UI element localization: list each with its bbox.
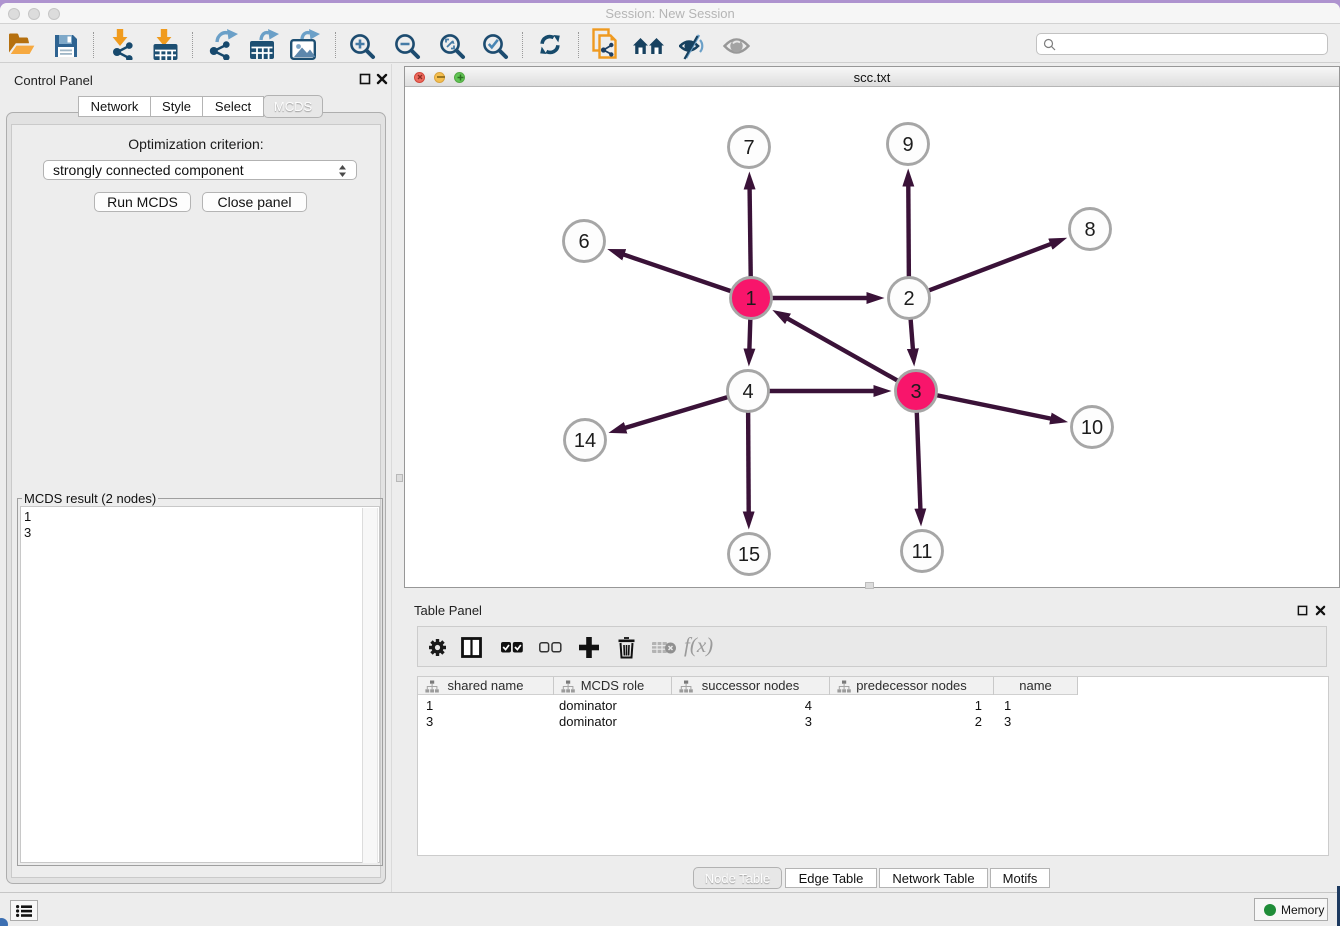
svg-text:11: 11 [912,541,933,563]
svg-text:8: 8 [1084,219,1095,241]
svg-text:10: 10 [1081,417,1103,439]
svg-text:4: 4 [742,381,753,403]
svg-text:1: 1 [745,288,756,310]
svg-text:6: 6 [578,231,589,253]
svg-text:7: 7 [743,137,754,159]
svg-text:9: 9 [902,134,913,156]
svg-text:3: 3 [910,381,921,403]
svg-text:15: 15 [738,544,760,566]
svg-text:14: 14 [574,430,596,452]
svg-text:2: 2 [903,288,914,310]
